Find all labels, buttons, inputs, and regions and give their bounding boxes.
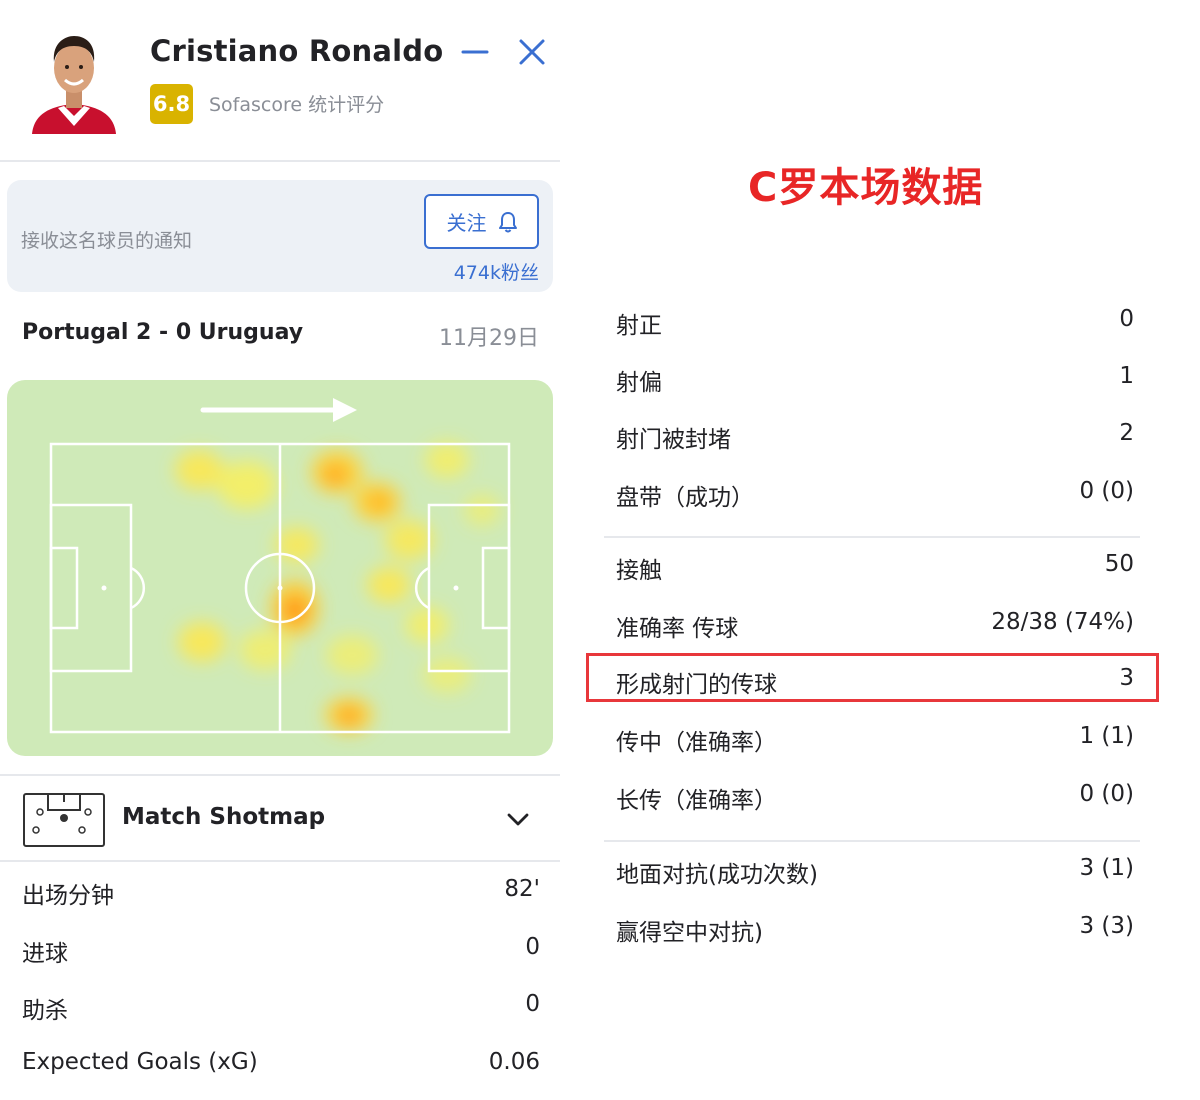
match-title[interactable]: Portugal 2 - 0 Uruguay — [22, 320, 303, 345]
stat-shots-off-target: 射偏 1 — [616, 357, 1134, 397]
followers-count[interactable]: 474k粉丝 — [454, 258, 539, 285]
stat-label: 准确率 传球 — [616, 616, 739, 642]
stat-value: 3 (3) — [1079, 913, 1134, 939]
stat-value: 1 — [1119, 363, 1134, 389]
match-date: 11月29日 — [439, 326, 539, 351]
stat-aerial-duels: 赢得空中对抗) 3 (3) — [616, 907, 1134, 947]
stat-label: 长传（准确率） — [616, 788, 777, 814]
shotmap-toggle[interactable]: Match Shotmap — [0, 774, 560, 862]
stat-label: 助杀 — [22, 998, 68, 1024]
attack-direction-arrow — [200, 398, 357, 422]
bell-icon — [498, 211, 517, 232]
chevron-down-icon[interactable] — [504, 806, 532, 834]
stat-dribbles: 盘带（成功） 0 (0) — [616, 472, 1134, 512]
minimize-icon[interactable] — [459, 36, 491, 68]
stat-expected-goals: Expected Goals (xG) 0.06 — [22, 1043, 540, 1083]
section-divider — [604, 840, 1140, 842]
stat-shots-blocked: 射门被封堵 2 — [616, 414, 1134, 454]
stat-label: 接触 — [616, 558, 662, 584]
stat-value: 0 — [525, 934, 540, 960]
stat-value: 0 (0) — [1079, 478, 1134, 504]
follow-button-label: 关注 — [446, 211, 487, 235]
heat-zones — [175, 442, 500, 733]
stat-value: 1 (1) — [1079, 723, 1134, 749]
stat-value: 50 — [1104, 551, 1134, 577]
stat-pass-accuracy: 准确率 传球 28/38 (74%) — [616, 603, 1134, 643]
stat-label: 盘带（成功） — [616, 485, 754, 511]
player-header: Cristiano Ronaldo 6.8 Sofascore 统计评分 — [0, 0, 560, 162]
stat-shots-on-target: 射正 0 — [616, 300, 1134, 340]
stat-label: 射门被封堵 — [616, 427, 731, 453]
stat-ground-duels: 地面对抗(成功次数) 3 (1) — [616, 849, 1134, 889]
stat-value: 2 — [1119, 420, 1134, 446]
stat-label: 出场分钟 — [22, 883, 114, 909]
follow-card: 接收这名球员的通知 关注 474k粉丝 — [7, 180, 553, 292]
stat-label: 射偏 — [616, 370, 662, 396]
stat-value: 0 (0) — [1079, 781, 1134, 807]
stat-value: 0.06 — [488, 1049, 540, 1075]
stat-crosses: 传中（准确率） 1 (1) — [616, 717, 1134, 757]
pitch-icon — [23, 793, 105, 847]
stat-label: 形成射门的传球 — [616, 672, 777, 698]
rating-label: Sofascore 统计评分 — [209, 94, 385, 116]
stat-key-passes: 形成射门的传球 3 — [616, 659, 1134, 699]
stat-label: 射正 — [616, 313, 662, 339]
caption-title: C罗本场数据 — [748, 165, 984, 211]
player-panel: Cristiano Ronaldo 6.8 Sofascore 统计评分 接收这… — [0, 0, 560, 1100]
heatmap — [7, 380, 553, 756]
stat-value: 0 — [525, 991, 540, 1017]
stat-value: 3 (1) — [1079, 855, 1134, 881]
follow-button[interactable]: 关注 — [424, 194, 539, 249]
avatar — [32, 36, 116, 134]
stat-assists: 助杀 0 — [22, 985, 540, 1025]
stat-label: 地面对抗(成功次数) — [616, 862, 818, 888]
stat-minutes-played: 出场分钟 82' — [22, 870, 540, 910]
rating-badge: 6.8 — [150, 84, 193, 124]
notification-text: 接收这名球员的通知 — [21, 230, 193, 252]
stat-long-balls: 长传（准确率） 0 (0) — [616, 775, 1134, 815]
stat-label: 赢得空中对抗) — [616, 920, 763, 946]
stat-label: 传中（准确率） — [616, 730, 777, 756]
stat-value: 0 — [1119, 306, 1134, 332]
stat-label: 进球 — [22, 941, 68, 967]
stat-value: 28/38 (74%) — [991, 609, 1134, 635]
shotmap-label: Match Shotmap — [122, 804, 326, 830]
stat-value: 3 — [1119, 665, 1134, 691]
close-icon[interactable] — [516, 36, 548, 68]
section-divider — [604, 536, 1140, 538]
stat-label: Expected Goals (xG) — [22, 1049, 258, 1075]
stat-goals: 进球 0 — [22, 928, 540, 968]
stat-value: 82' — [504, 876, 540, 902]
stat-touches: 接触 50 — [616, 545, 1134, 585]
player-name: Cristiano Ronaldo — [150, 34, 444, 68]
